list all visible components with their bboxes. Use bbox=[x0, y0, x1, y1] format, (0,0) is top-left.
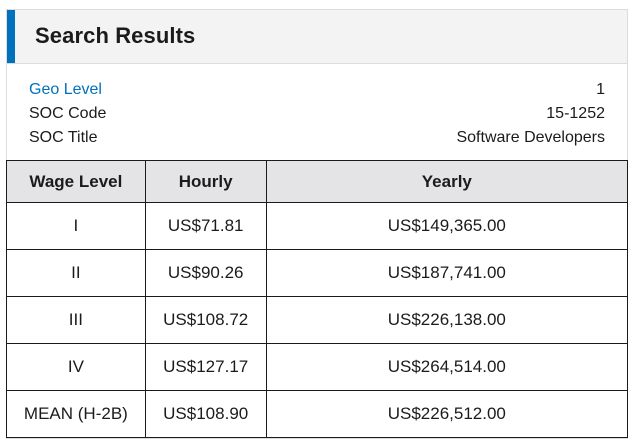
column-header-yearly: Yearly bbox=[265, 160, 629, 203]
hourly-cell: US$127.17 bbox=[144, 343, 267, 391]
header-accent-bar bbox=[7, 10, 15, 63]
geo-level-link[interactable]: Geo Level bbox=[29, 81, 102, 99]
yearly-cell: US$226,138.00 bbox=[265, 296, 629, 344]
soc-code-label: SOC Code bbox=[29, 105, 107, 122]
wage-level-cell: MEAN (H-2B) bbox=[6, 390, 146, 438]
meta-row-soc-title: SOC Title Software Developers bbox=[29, 126, 605, 150]
table-row: IV US$127.17 US$264,514.00 bbox=[6, 343, 629, 391]
yearly-cell: US$264,514.00 bbox=[265, 343, 629, 391]
hourly-cell: US$90.26 bbox=[144, 249, 267, 297]
soc-title-label: SOC Title bbox=[29, 129, 98, 146]
yearly-cell: US$149,365.00 bbox=[265, 202, 629, 250]
hourly-cell: US$71.81 bbox=[144, 202, 267, 250]
table-row: I US$71.81 US$149,365.00 bbox=[6, 202, 629, 250]
wage-level-cell: II bbox=[6, 249, 146, 297]
column-header-hourly: Hourly bbox=[144, 160, 267, 203]
geo-level-value: 1 bbox=[596, 81, 605, 98]
yearly-cell: US$187,741.00 bbox=[265, 249, 629, 297]
panel-header: Search Results bbox=[7, 10, 627, 64]
soc-code-value: 15-1252 bbox=[546, 105, 605, 122]
meta-row-soc-code: SOC Code 15-1252 bbox=[29, 102, 605, 126]
hourly-cell: US$108.72 bbox=[144, 296, 267, 344]
wage-level-cell: IV bbox=[6, 343, 146, 391]
wage-table: Wage Level Hourly Yearly I US$71.81 US$1… bbox=[6, 160, 629, 438]
table-row: III US$108.72 US$226,138.00 bbox=[6, 296, 629, 344]
search-results-panel: Search Results Geo Level 1 SOC Code 15-1… bbox=[6, 9, 629, 439]
wage-level-cell: III bbox=[6, 296, 146, 344]
wage-table-header-row: Wage Level Hourly Yearly bbox=[6, 160, 629, 203]
table-row: II US$90.26 US$187,741.00 bbox=[6, 249, 629, 297]
search-criteria: Geo Level 1 SOC Code 15-1252 SOC Title S… bbox=[7, 64, 627, 160]
wage-level-cell: I bbox=[6, 202, 146, 250]
meta-row-geo-level: Geo Level 1 bbox=[29, 78, 605, 102]
hourly-cell: US$108.90 bbox=[144, 390, 267, 438]
panel-title: Search Results bbox=[35, 23, 196, 48]
table-row: MEAN (H-2B) US$108.90 US$226,512.00 bbox=[6, 390, 629, 438]
soc-title-value: Software Developers bbox=[456, 129, 605, 146]
yearly-cell: US$226,512.00 bbox=[265, 390, 629, 438]
column-header-wage-level: Wage Level bbox=[6, 160, 146, 203]
